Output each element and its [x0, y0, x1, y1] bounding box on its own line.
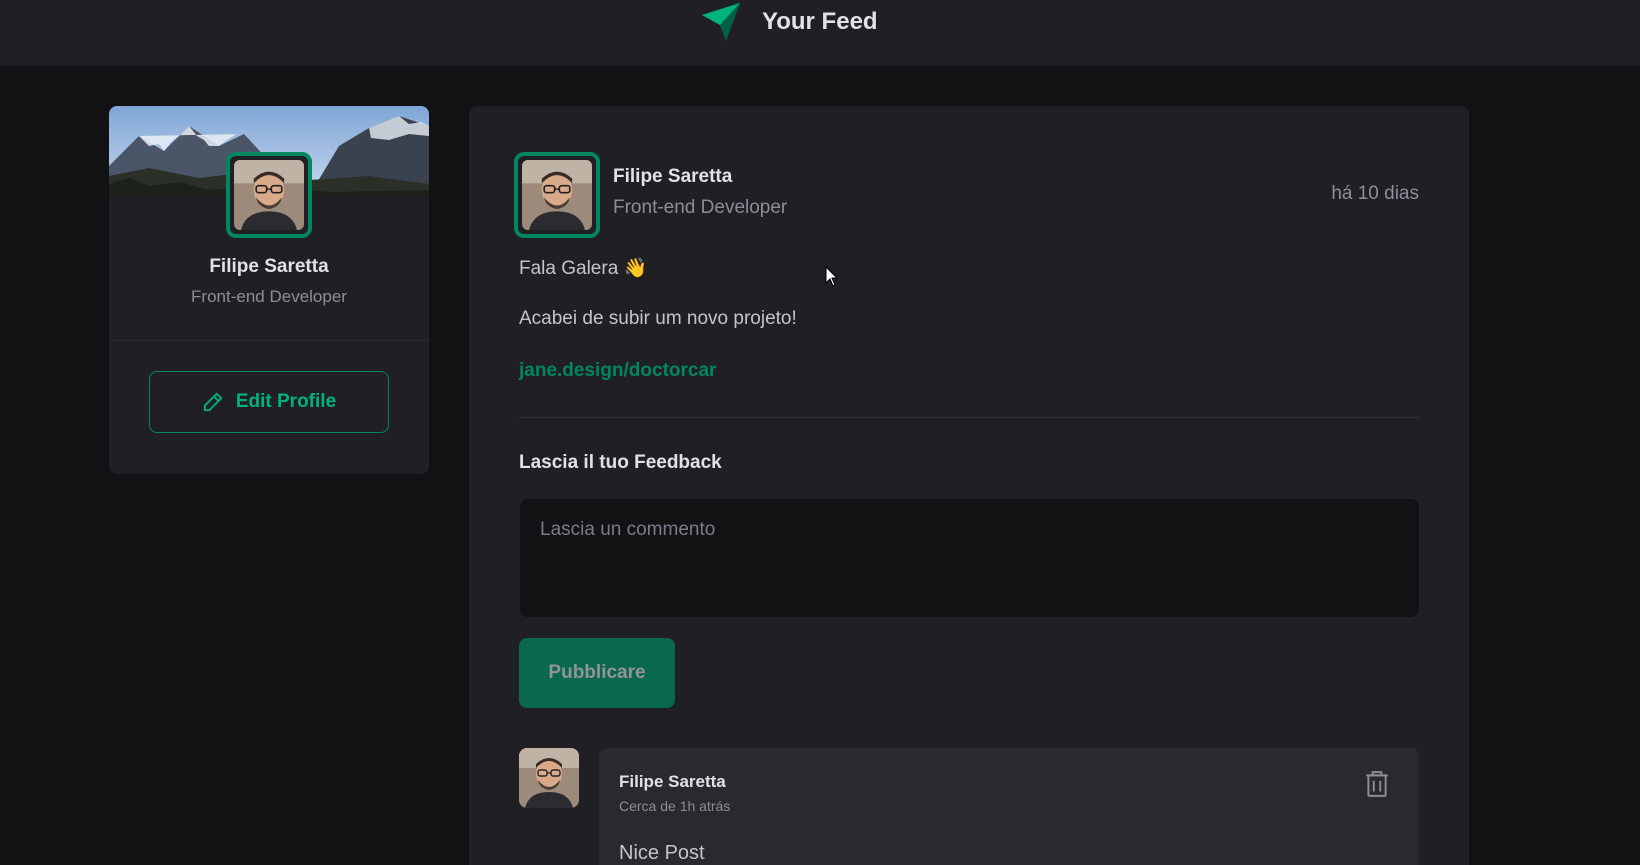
- comment-text: Nice Post: [619, 842, 705, 864]
- comment-input[interactable]: [520, 499, 1419, 617]
- post-author-role: Front-end Developer: [613, 197, 788, 218]
- comment-time: Cerca de 1h atrás: [619, 798, 731, 814]
- trash-icon: [1366, 771, 1388, 797]
- header-brand: Your Feed: [700, 0, 878, 44]
- paper-plane-icon: [702, 3, 740, 41]
- profile-name: Filipe Saretta: [209, 256, 329, 277]
- post-card: Filipe Saretta Front-end Developer há 10…: [469, 106, 1469, 865]
- edit-profile-button[interactable]: Edit Profile: [149, 371, 389, 433]
- mouse-cursor-icon: [825, 266, 839, 287]
- post-time: há 10 dias: [1331, 183, 1419, 204]
- edit-profile-label: Edit Profile: [235, 391, 337, 412]
- avatar-photo: [522, 160, 592, 230]
- avatar-photo: [519, 748, 579, 808]
- post-link[interactable]: jane.design/doctorcar: [519, 360, 716, 382]
- divider: [109, 340, 429, 341]
- publish-button[interactable]: Pubblicare: [519, 638, 675, 708]
- avatar-photo: [234, 160, 304, 230]
- header-title: Your Feed: [762, 8, 878, 35]
- profile-sidebar: Filipe Saretta Front-end Developer Edit …: [109, 106, 429, 474]
- sidebar-avatar[interactable]: [226, 152, 312, 238]
- comment-author: Filipe Saretta: [619, 772, 726, 791]
- delete-comment-button[interactable]: [1363, 770, 1391, 800]
- divider: [519, 417, 1419, 418]
- app-header: Your Feed: [0, 0, 1640, 66]
- post-paragraph: Fala Galera 👋: [519, 258, 648, 279]
- post-author-name: Filipe Saretta: [613, 166, 733, 187]
- profile-role: Front-end Developer: [191, 287, 347, 306]
- feedback-title: Lascia il tuo Feedback: [519, 452, 722, 473]
- post-paragraph: Acabei de subir um novo projeto!: [519, 308, 797, 329]
- pencil-icon: [203, 392, 223, 412]
- comment-card: Filipe Saretta Cerca de 1h atrás Nice Po…: [599, 748, 1419, 865]
- post-author-avatar[interactable]: [514, 152, 600, 238]
- comment-author-avatar[interactable]: [519, 748, 579, 808]
